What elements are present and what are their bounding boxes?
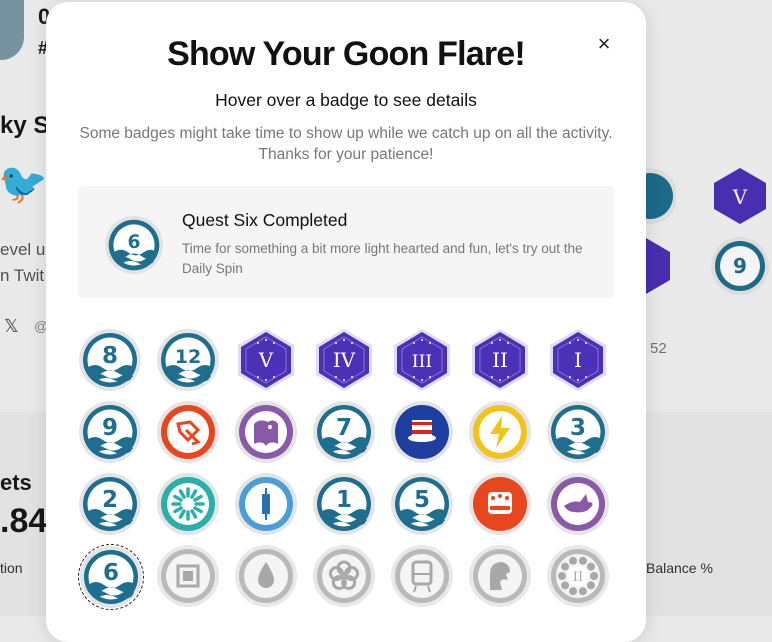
badge-rank-v[interactable]: V xyxy=(234,328,298,392)
drop-icon xyxy=(235,545,297,607)
tag-icon xyxy=(157,401,219,463)
badge-quest-6[interactable]: 6 xyxy=(78,544,144,610)
badge-detail-title: Quest Six Completed xyxy=(182,210,348,230)
badge-quest-7[interactable]: 7 xyxy=(312,400,376,464)
badge-locked-train[interactable] xyxy=(390,544,454,608)
eagle-icon xyxy=(235,401,297,463)
badge-number: 2 xyxy=(102,487,118,513)
badge-modal: × Show Your Goon Flare! Hover over a bad… xyxy=(46,2,646,642)
badge-quest-3[interactable]: 3 xyxy=(546,400,610,464)
modal-notice: Some badges might take time to show up w… xyxy=(79,125,613,163)
candle-icon xyxy=(235,473,297,535)
hat-icon xyxy=(391,401,453,463)
badge-blue-candle[interactable] xyxy=(234,472,298,536)
badge-quest-8[interactable]: 8 xyxy=(78,328,142,392)
roman-ii-icon: II xyxy=(547,545,609,607)
badge-number: 3 xyxy=(570,415,586,441)
badge-quest-2[interactable]: 2 xyxy=(78,472,142,536)
chef-hat-icon xyxy=(469,473,531,535)
svg-text:6: 6 xyxy=(127,232,140,253)
badge-quest-12[interactable]: 12 xyxy=(156,328,220,392)
badge-uncle-sam-hat[interactable] xyxy=(390,400,454,464)
sunburst-icon xyxy=(157,473,219,535)
modal-subtitle: Hover over a badge to see details xyxy=(215,90,477,110)
badge-purple-bird[interactable] xyxy=(546,472,610,536)
badge-rank-iv[interactable]: IV xyxy=(312,328,376,392)
badge-numeral: III xyxy=(412,352,432,372)
lightning-icon xyxy=(469,401,531,463)
badge-locked-drop[interactable] xyxy=(234,544,298,608)
svg-text:II: II xyxy=(573,570,583,585)
badge-number: 6 xyxy=(103,560,119,586)
horse-icon xyxy=(469,545,531,607)
badge-number: 1 xyxy=(336,487,352,513)
badge-number: 7 xyxy=(336,415,352,441)
badge-lightning[interactable] xyxy=(468,400,532,464)
badge-teal-sunburst[interactable] xyxy=(156,472,220,536)
badge-number: 12 xyxy=(175,346,201,368)
badge-locked-horse[interactable] xyxy=(468,544,532,608)
badge-quest-5[interactable]: 5 xyxy=(390,472,454,536)
badge-locked-flower[interactable] xyxy=(312,544,376,608)
quest-six-badge-icon: 6 xyxy=(104,215,164,275)
badge-locked-ii[interactable]: II xyxy=(546,544,610,608)
badge-numeral: I xyxy=(574,348,582,372)
badge-detail-description: Time for something a bit more light hear… xyxy=(182,241,583,276)
badge-purple-eagle[interactable] xyxy=(234,400,298,464)
modal-title: Show Your Goon Flare! xyxy=(167,35,526,73)
flower-icon xyxy=(313,545,375,607)
train-icon xyxy=(391,545,453,607)
badge-orange-tag[interactable] xyxy=(156,400,220,464)
badge-quest-9[interactable]: 9 xyxy=(78,400,142,464)
badge-number: 8 xyxy=(102,343,118,369)
badge-quest-1[interactable]: 1 xyxy=(312,472,376,536)
square-icon xyxy=(157,545,219,607)
badge-numeral: V xyxy=(258,348,274,372)
bird-icon xyxy=(547,473,609,535)
badge-chef-hat[interactable] xyxy=(468,472,532,536)
badge-numeral: II xyxy=(492,348,508,372)
badge-detail-card: 6 Quest Six Completed Time for something… xyxy=(78,186,614,298)
badge-number: 5 xyxy=(414,487,430,513)
badge-number: 9 xyxy=(102,415,118,441)
badge-rank-iii[interactable]: III xyxy=(390,328,454,392)
badge-rank-ii[interactable]: II xyxy=(468,328,532,392)
badge-numeral: IV xyxy=(333,348,356,372)
badge-locked-square[interactable] xyxy=(156,544,220,608)
badge-rank-i[interactable]: I xyxy=(546,328,610,392)
